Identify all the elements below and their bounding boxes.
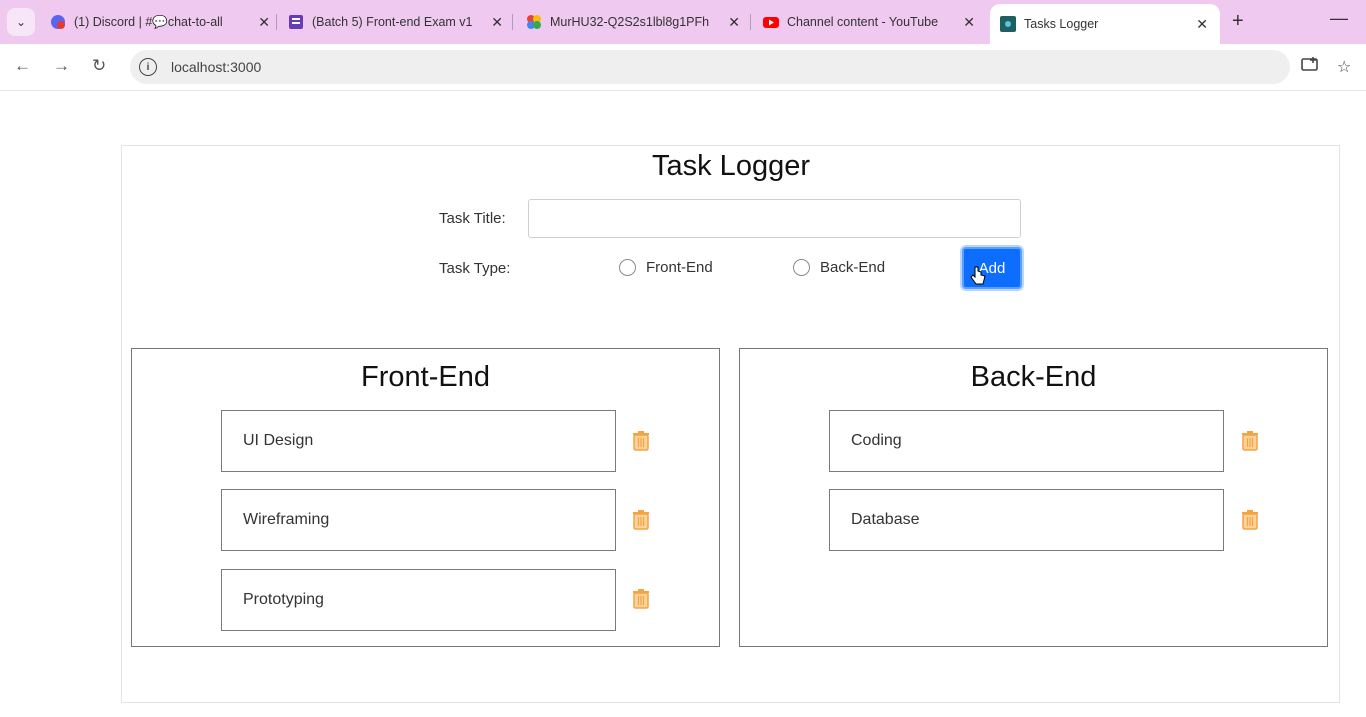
column-title: Front-End: [361, 361, 490, 393]
close-tab-icon[interactable]: ✕: [728, 14, 740, 31]
column-title: Back-End: [970, 361, 1097, 393]
site-info-icon[interactable]: i: [139, 58, 157, 76]
radio-circle[interactable]: [793, 259, 810, 276]
trash-icon[interactable]: [632, 431, 650, 451]
radio-label: Back-End: [820, 259, 886, 276]
task-title-label: Task Title:: [439, 210, 506, 227]
chevron-down-icon: ⌄: [15, 15, 27, 29]
close-tab-icon[interactable]: ✕: [963, 14, 975, 31]
install-app-icon[interactable]: [1301, 57, 1319, 78]
task-item: Prototyping: [221, 569, 616, 631]
back-arrow-icon[interactable]: ←: [14, 56, 31, 76]
address-bar[interactable]: i localhost:3000: [130, 50, 1290, 84]
tab-exam[interactable]: (Batch 5) Front-end Exam v1 ✕: [288, 4, 503, 40]
photos-icon: [526, 14, 542, 30]
reload-icon[interactable]: ↻: [92, 56, 106, 76]
bookmark-star-icon[interactable]: ☆: [1337, 57, 1351, 77]
close-tab-icon[interactable]: ✕: [1196, 16, 1208, 33]
radio-front-end[interactable]: Front-End: [619, 259, 713, 276]
youtube-icon: [763, 14, 779, 30]
radio-circle[interactable]: [619, 259, 636, 276]
new-tab-button[interactable]: +: [1232, 10, 1244, 33]
radio-back-end[interactable]: Back-End: [793, 259, 885, 276]
form-icon: [288, 14, 304, 30]
task-type-label: Task Type:: [439, 260, 511, 277]
tab-search-button[interactable]: ⌄: [7, 8, 35, 36]
tab-separator: [276, 14, 277, 30]
task-item: Coding: [829, 410, 1224, 472]
task-item: UI Design: [221, 410, 616, 472]
task-item: Database: [829, 489, 1224, 551]
page-title: Task Logger: [652, 150, 810, 182]
browser-toolbar: ← → ↻ i localhost:3000 ☆: [0, 44, 1366, 91]
tab-discord[interactable]: (1) Discord | #💬chat-to-all ✕: [50, 4, 270, 40]
tab-youtube[interactable]: Channel content - YouTube ✕: [763, 4, 975, 40]
trash-icon[interactable]: [1241, 431, 1259, 451]
task-title-input[interactable]: [528, 199, 1021, 238]
tab-tasks-logger[interactable]: Tasks Logger ✕: [990, 4, 1220, 44]
radio-label: Front-End: [646, 259, 713, 276]
url-text[interactable]: localhost:3000: [171, 59, 261, 75]
trash-icon[interactable]: [1241, 510, 1259, 530]
trash-icon[interactable]: [632, 589, 650, 609]
react-icon: [1000, 16, 1016, 32]
tab-photos[interactable]: MurHU32-Q2S2s1lbl8g1PFh ✕: [526, 4, 740, 40]
minimize-icon[interactable]: —: [1330, 8, 1348, 29]
close-tab-icon[interactable]: ✕: [258, 14, 270, 31]
task-item: Wireframing: [221, 489, 616, 551]
forward-arrow-icon[interactable]: →: [53, 56, 70, 76]
tab-strip: ⌄ (1) Discord | #💬chat-to-all ✕ (Batch 5…: [0, 0, 1366, 44]
tab-separator: [750, 14, 751, 30]
discord-icon: [50, 14, 66, 30]
tab-separator: [512, 14, 513, 30]
close-tab-icon[interactable]: ✕: [491, 14, 503, 31]
hand-cursor-icon: [970, 266, 986, 292]
trash-icon[interactable]: [632, 510, 650, 530]
